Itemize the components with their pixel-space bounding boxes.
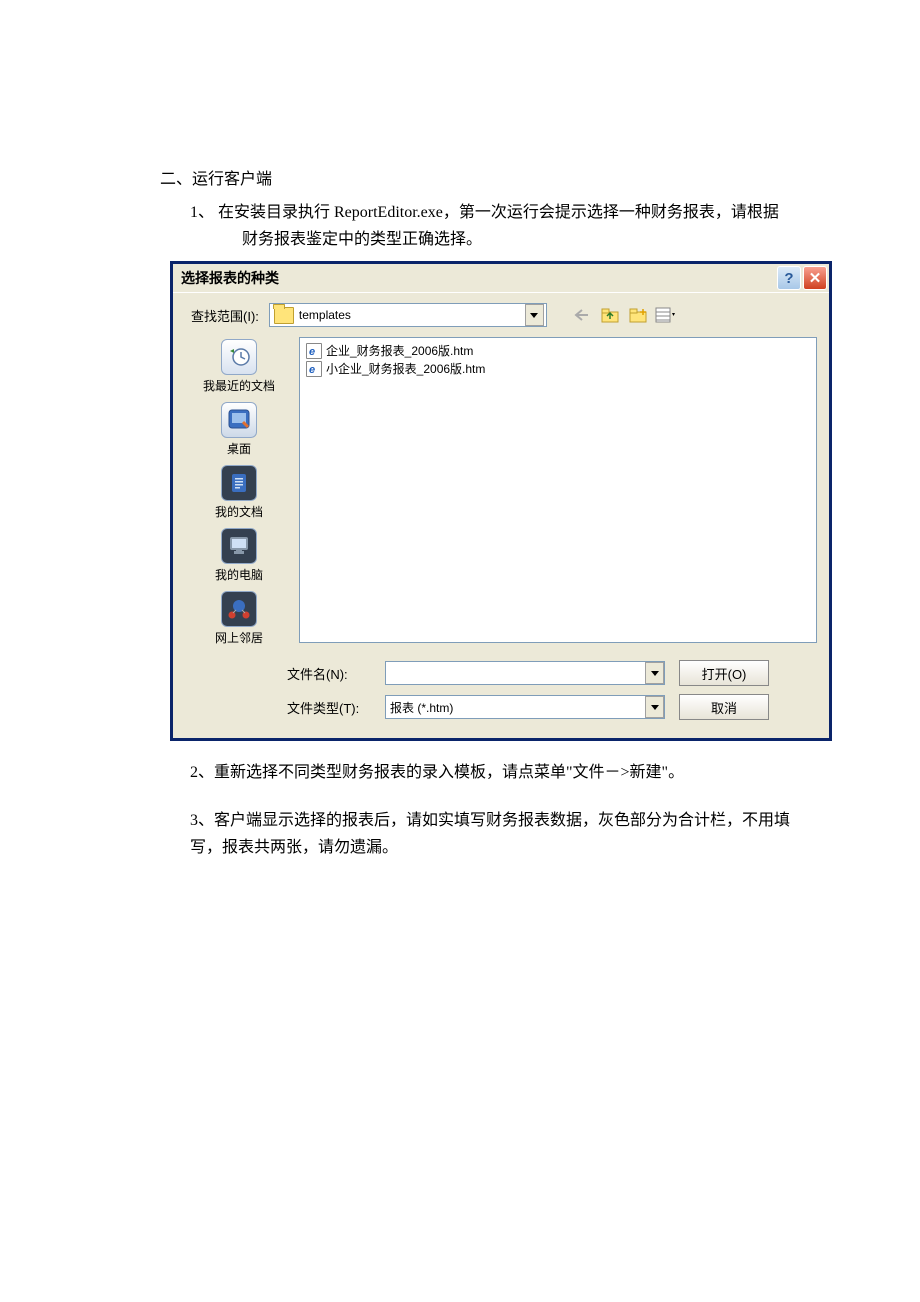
file-open-dialog: 选择报表的种类 ? ✕ 查找范围(I): templates [170,261,832,741]
filetype-combo[interactable]: 报表 (*.htm) [385,695,665,719]
sidebar-item-mydocs[interactable]: 我的文档 [215,465,263,520]
chevron-down-icon[interactable] [645,662,664,684]
dialog-titlebar: 选择报表的种类 ? ✕ [173,264,829,293]
step-2: 2、重新选择不同类型财务报表的录入模板，请点菜单"文件－>新建"。 [190,759,815,786]
back-icon[interactable] [571,304,593,326]
documents-icon [221,465,257,501]
htm-file-icon [306,343,322,359]
filename-combo[interactable] [385,661,665,685]
help-button[interactable]: ? [777,266,801,290]
step-3-line2: 写，报表共两张，请勿遗漏。 [190,839,398,856]
network-icon [221,591,257,627]
step-3: 3、客户端显示选择的报表后，请如实填写财务报表数据，灰色部分为合计栏，不用填 写… [190,807,815,861]
open-button[interactable]: 打开(O) [679,660,769,686]
recent-docs-icon [221,339,257,375]
filename: 企业_财务报表_2006版.htm [326,342,473,360]
folder-icon [274,307,294,324]
lookin-value: templates [299,308,525,322]
sidebar-item-mycomputer[interactable]: 我的电脑 [215,528,263,583]
sidebar-item-label: 我的文档 [215,503,263,520]
desktop-icon [221,402,257,438]
filetype-value: 报表 (*.htm) [386,699,457,716]
dialog-title: 选择报表的种类 [181,268,777,288]
sidebar-item-label: 我的电脑 [215,566,263,583]
file-list[interactable]: 企业_财务报表_2006版.htm 小企业_财务报表_2006版.htm [299,337,817,643]
close-button[interactable]: ✕ [803,266,827,290]
sidebar-item-label: 网上邻居 [215,629,263,646]
chevron-down-icon[interactable] [525,304,544,326]
step-3-line1: 3、客户端显示选择的报表后，请如实填写财务报表数据，灰色部分为合计栏，不用填 [190,812,790,829]
list-item[interactable]: 企业_财务报表_2006版.htm [306,342,810,360]
view-menu-icon[interactable] [655,304,677,326]
sidebar-item-network[interactable]: 网上邻居 [215,591,263,646]
chevron-down-icon[interactable] [645,696,664,718]
sidebar-item-recent[interactable]: 我最近的文档 [203,339,275,394]
cancel-button[interactable]: 取消 [679,694,769,720]
step-1-line1: 1、 在安装目录执行 ReportEditor.exe，第一次运行会提示选择一种… [190,204,779,221]
htm-file-icon [306,361,322,377]
filename: 小企业_财务报表_2006版.htm [326,360,485,378]
step-1-line2: 财务报表鉴定中的类型正确选择。 [242,226,815,253]
filename-label: 文件名(N): [287,664,371,683]
step-1: 1、 在安装目录执行 ReportEditor.exe，第一次运行会提示选择一种… [190,199,815,253]
lookin-label: 查找范围(I): [191,306,259,325]
computer-icon [221,528,257,564]
up-one-level-icon[interactable] [599,304,621,326]
sidebar-item-desktop[interactable]: 桌面 [221,402,257,457]
section-heading: 二、运行客户端 [160,165,815,189]
list-item[interactable]: 小企业_财务报表_2006版.htm [306,360,810,378]
sidebar-item-label: 我最近的文档 [203,377,275,394]
filetype-label: 文件类型(T): [287,698,371,717]
sidebar-item-label: 桌面 [227,440,251,457]
lookin-combo[interactable]: templates [269,303,547,327]
new-folder-icon[interactable] [627,304,649,326]
places-sidebar: 我最近的文档 桌面 我的文档 [191,337,287,646]
